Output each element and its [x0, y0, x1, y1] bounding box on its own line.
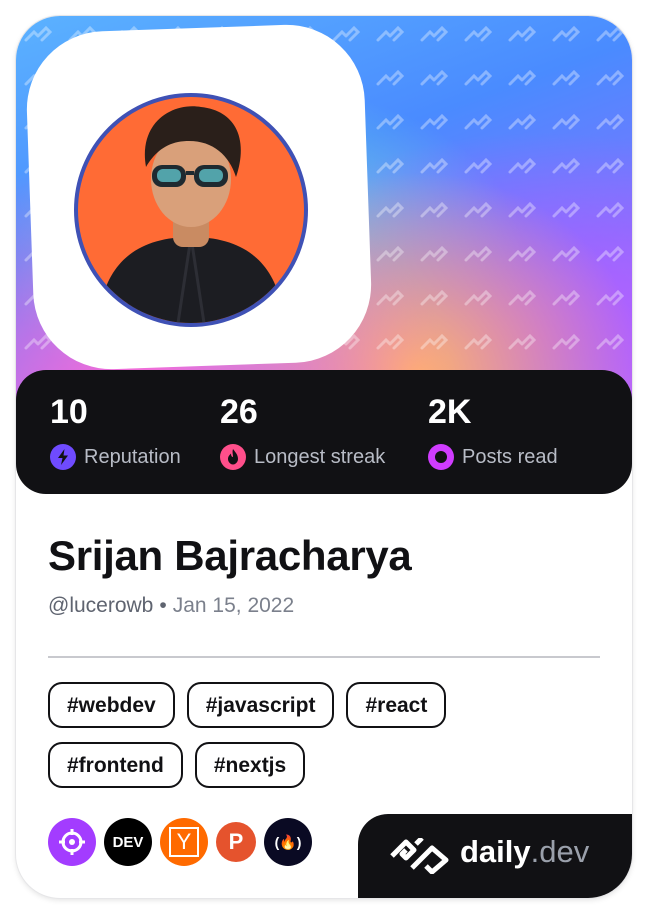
stat-reputation: 10 Reputation	[50, 392, 181, 472]
profile-handle: @lucerowb	[48, 594, 154, 617]
separator-dot: •	[159, 594, 167, 617]
tag-webdev[interactable]: #webdev	[48, 682, 175, 728]
stat-label: Posts read	[462, 445, 558, 468]
stat-value: 2K	[428, 393, 472, 431]
ycombinator-source-icon[interactable]: Y	[160, 818, 208, 866]
tag-nextjs[interactable]: #nextjs	[194, 742, 306, 788]
brand-name: daily	[460, 834, 531, 869]
stat-value: 10	[50, 393, 88, 431]
dev-source-icon[interactable]: DEV	[104, 818, 152, 866]
profile-meta: @lucerowb • Jan 15, 2022	[48, 594, 294, 618]
daily-dev-brand: daily.dev	[358, 814, 632, 898]
avatar	[74, 93, 308, 327]
stat-value: 26	[220, 393, 258, 431]
stat-posts-read: 2K Posts read	[428, 392, 558, 472]
brand-suffix: .dev	[530, 834, 590, 869]
daily-dev-logo-icon	[390, 838, 449, 874]
flame-icon	[220, 444, 246, 470]
divider	[48, 656, 600, 658]
avatar-illustration	[98, 106, 284, 323]
freecodecamp-source-icon[interactable]: (🔥)	[264, 818, 312, 866]
stat-longest-streak: 26 Longest streak	[220, 392, 385, 472]
brand-wordmark: daily.dev	[460, 834, 589, 870]
join-date: Jan 15, 2022	[172, 594, 295, 617]
crosshair-source-icon[interactable]	[48, 818, 96, 866]
stat-label: Longest streak	[254, 445, 386, 468]
tag-list: #webdev #javascript #react #frontend #nextjs	[48, 682, 608, 802]
freecodecamp-source-label: (🔥)	[274, 833, 302, 850]
tag-frontend[interactable]: #frontend	[48, 742, 183, 788]
tag-javascript[interactable]: #javascript	[186, 682, 335, 728]
bolt-icon	[50, 444, 76, 470]
stats-bar: 10 Reputation 26 Longest streak 2K Posts…	[16, 370, 632, 494]
eye-ring-icon	[428, 444, 454, 470]
ycombinator-source-label: Y	[169, 827, 199, 857]
profile-name: Srijan Bajracharya	[48, 532, 412, 579]
producthunt-source-label: P	[228, 829, 244, 854]
producthunt-source-icon[interactable]: P	[216, 822, 256, 862]
stat-label: Reputation	[84, 445, 181, 468]
dev-source-label: DEV	[112, 833, 144, 851]
tag-react[interactable]: #react	[346, 682, 447, 728]
source-badges: DEV Y P (🔥)	[48, 818, 320, 866]
devcard: 10 Reputation 26 Longest streak 2K Posts…	[16, 16, 632, 898]
